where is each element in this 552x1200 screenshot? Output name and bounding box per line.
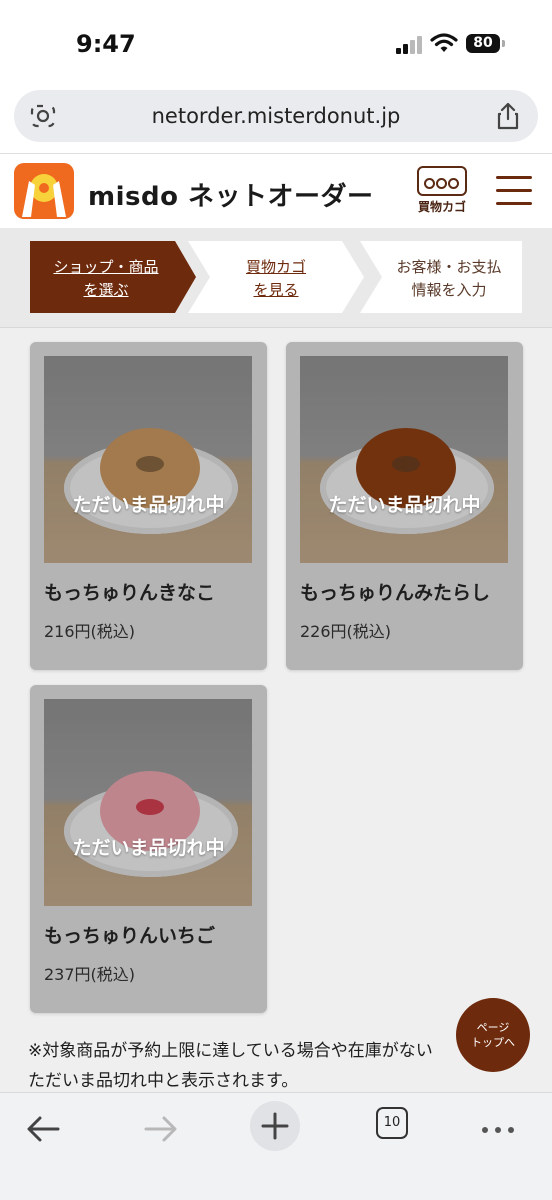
product-image: [44, 356, 252, 563]
forward-arrow-icon[interactable]: [140, 1109, 180, 1149]
battery-icon: 80: [466, 34, 505, 53]
address-bar[interactable]: netorder.misterdonut.jp: [14, 90, 538, 142]
plus-icon: [261, 1112, 289, 1140]
product-name: もっちゅりんいちご: [44, 925, 216, 947]
clock: 9:47: [76, 30, 136, 58]
step-label: を選ぶ: [83, 281, 129, 299]
sold-out-label: ただいま品切れ中: [72, 837, 225, 859]
hamburger-menu-icon[interactable]: [496, 174, 532, 206]
product-price: 216円(税込): [44, 622, 136, 641]
share-icon[interactable]: [496, 102, 520, 130]
step-customer-info: お客様・お支払 情報を入力: [360, 241, 522, 313]
product-card[interactable]: ただいま品切れ中 もっちゅりんきなこ 216円(税込): [30, 342, 267, 670]
step-label: 買物カゴ: [245, 258, 306, 276]
step-label: お客様・お支払: [396, 258, 502, 276]
product-image: [300, 356, 508, 563]
cellular-signal-icon: [396, 34, 426, 54]
new-tab-button[interactable]: [250, 1101, 300, 1151]
step-label: ショップ・商品: [53, 258, 159, 276]
page-top-label: ページ: [476, 1021, 510, 1034]
note-line: ※対象商品が予約上限に達している場合や在庫がない: [28, 1041, 433, 1061]
step-select-shop[interactable]: ショップ・商品 を選ぶ: [30, 241, 196, 313]
browser-address-area: netorder.misterdonut.jp: [0, 86, 552, 154]
url-text[interactable]: netorder.misterdonut.jp: [14, 104, 538, 128]
cart-label: 買物カゴ: [417, 200, 466, 214]
product-card[interactable]: ただいま品切れ中 もっちゅりんいちご 237円(税込): [30, 685, 267, 1013]
step-label: 情報を入力: [411, 281, 487, 299]
note-line: ただいま品切れ中と表示されます。: [28, 1071, 299, 1091]
tab-switcher-button[interactable]: 10: [376, 1107, 408, 1139]
cart-button[interactable]: 買物カゴ: [414, 166, 470, 218]
product-name: もっちゅりんきなこ: [44, 582, 216, 604]
sold-out-label: ただいま品切れ中: [328, 494, 481, 516]
wifi-icon: [430, 33, 458, 52]
product-image: [44, 699, 252, 906]
cart-icon: [417, 166, 467, 196]
page-top-label: トップへ: [471, 1036, 515, 1049]
order-steps: ショップ・商品 を選ぶ 買物カゴを見る お客様・お支払 情報を入力: [0, 228, 552, 328]
brand-title: misdo ネットオーダー: [88, 182, 374, 212]
product-price: 226円(税込): [300, 622, 392, 641]
step-label: を見る: [253, 281, 299, 299]
site-header: misdo ネットオーダー 買物カゴ: [0, 154, 552, 228]
browser-toolbar: 10: [0, 1092, 552, 1200]
sold-out-label: ただいま品切れ中: [72, 494, 225, 516]
product-card[interactable]: ただいま品切れ中 もっちゅりんみたらし 226円(税込): [286, 342, 523, 670]
more-options-icon[interactable]: [482, 1109, 516, 1149]
back-arrow-icon[interactable]: [24, 1109, 64, 1149]
page-top-button[interactable]: ページ トップへ: [456, 998, 530, 1072]
product-name: もっちゅりんみたらし: [300, 582, 491, 604]
misdo-logo[interactable]: [14, 163, 74, 219]
product-price: 237円(税込): [44, 965, 136, 984]
step-view-cart[interactable]: 買物カゴ を見る: [188, 241, 364, 313]
status-bar: 9:47 80: [0, 0, 552, 86]
